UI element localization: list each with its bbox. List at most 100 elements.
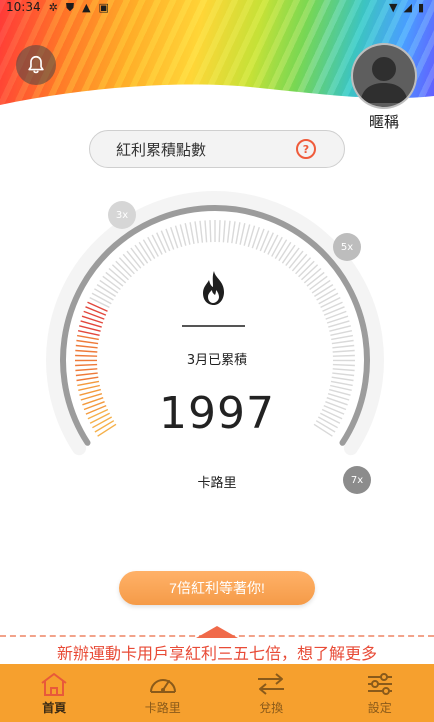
gauge-tick [330, 380, 353, 387]
gauge-tick [147, 236, 159, 257]
calorie-unit: 卡路里 [197, 476, 237, 491]
gauge-tick [209, 220, 212, 243]
tab-redeem[interactable]: 兌換 [217, 664, 326, 722]
gauge-tick [226, 220, 231, 243]
gauge-tick [99, 279, 119, 294]
bell-icon [28, 55, 44, 74]
gauge-tick [77, 330, 100, 336]
bottom-tab-bar: 首頁 卡路里 兌換 設定 [0, 664, 434, 722]
help-icon[interactable]: ? [296, 139, 316, 159]
status-time: 10:34 [6, 0, 41, 14]
gauge-tick [76, 376, 99, 382]
clipboard-icon: ▣ [98, 0, 109, 14]
avatar[interactable] [351, 43, 417, 109]
gauge-tick [330, 330, 353, 336]
promo-banner-text[interactable]: 新辦運動卡用戶享紅利三五七倍，想了解更多 [0, 640, 434, 664]
gauge-tick [309, 275, 328, 291]
gauge-divider [182, 325, 245, 327]
tab-settings-label: 設定 [367, 700, 392, 715]
gauge-tick [194, 221, 199, 244]
gauge-tick [151, 234, 163, 255]
home-icon [41, 672, 67, 696]
month-label: 3月已累積 [186, 353, 248, 368]
calorie-value: 1997 [159, 388, 275, 439]
gauge-tick [138, 241, 152, 262]
sliders-icon [367, 672, 392, 695]
speedometer-icon [149, 678, 176, 693]
gauge-tick [329, 325, 351, 332]
settings-icon: ✲ [48, 0, 58, 14]
gauge-tick [332, 344, 355, 349]
gauge-tick [79, 325, 101, 332]
gauge-tick [102, 275, 121, 291]
gauge-tick [184, 223, 191, 245]
multiplier-5x-label: 5x [340, 241, 354, 253]
tab-redeem-label: 兌換 [259, 700, 284, 715]
gauge-tick [75, 344, 98, 349]
gauge-tick [331, 334, 354, 341]
flame-icon [203, 271, 224, 305]
gauge-tick [204, 220, 208, 243]
gauge-tick [156, 232, 167, 253]
gauge-tick [331, 339, 354, 345]
status-bar: 10:34 ✲ ⛊ ▲ ▣ ▼ ◢ ▮ [0, 0, 434, 14]
gauge-tick [75, 368, 98, 372]
gauge-tick [96, 284, 116, 297]
promo-toggle-icon[interactable] [196, 624, 238, 638]
warning-icon: ▲ [82, 0, 91, 14]
tab-calories-label: 卡路里 [144, 700, 181, 715]
gauge-tick [331, 376, 354, 382]
multiplier-3x-label: 3x [115, 209, 129, 221]
gauge-tick [271, 236, 283, 257]
gauge-tick [322, 301, 343, 312]
gauge-tick [75, 372, 98, 377]
gauge-tick [87, 301, 108, 312]
gauge-tick [314, 284, 334, 297]
gauge-tick [332, 368, 355, 372]
gauge-tick [311, 279, 331, 294]
gauge-tick [274, 239, 288, 259]
gauge-tick [320, 296, 341, 309]
gauge-tick [222, 220, 226, 243]
gauge-tick [76, 339, 99, 345]
gauge-tick [267, 234, 279, 255]
tab-settings[interactable]: 設定 [326, 664, 434, 722]
gauge-tick [231, 221, 236, 244]
gauge-tick [76, 334, 99, 341]
tab-calories[interactable]: 卡路里 [109, 664, 218, 722]
points-bar[interactable]: 紅利累積點數 ? [89, 130, 345, 168]
gauge-tick [134, 244, 149, 264]
gauge-tick [189, 222, 195, 245]
gauge-tick [142, 239, 156, 259]
nickname-label: 暱稱 [368, 113, 399, 131]
gauge-tick [77, 380, 100, 387]
gauge-tick [285, 247, 300, 267]
profile-area[interactable]: 暱稱 [351, 43, 417, 132]
tab-home[interactable]: 首頁 [0, 664, 109, 722]
signal-icon: ◢ [403, 0, 412, 14]
bonus-cta-button[interactable]: 7倍紅利等著你! [119, 571, 315, 605]
gauge-tick [91, 292, 112, 305]
multiplier-3x-badge: 3x [108, 201, 136, 229]
shield-icon: ⛊ [65, 0, 75, 14]
notification-button[interactable] [16, 45, 56, 85]
gauge-tick [199, 220, 204, 243]
exchange-icon [258, 672, 285, 695]
battery-icon: ▮ [417, 0, 424, 14]
multiplier-5x-badge: 5x [333, 233, 361, 261]
gauge-tick [318, 292, 339, 305]
gauge-tick [218, 220, 221, 243]
gauge-tick [239, 223, 246, 245]
gauge-tick [89, 296, 110, 309]
points-label: 紅利累積點數 [116, 140, 207, 159]
wifi-icon: ▼ [389, 0, 398, 14]
calorie-gauge [46, 191, 384, 456]
gauge-tick [94, 288, 114, 301]
gauge-tick [278, 241, 292, 262]
gauge-tick [281, 244, 296, 264]
gauge-tick [263, 232, 274, 253]
gauge-tick [235, 222, 241, 245]
gauge-tick [332, 372, 355, 377]
user-icon [360, 57, 408, 103]
gauge-tick [316, 288, 336, 301]
